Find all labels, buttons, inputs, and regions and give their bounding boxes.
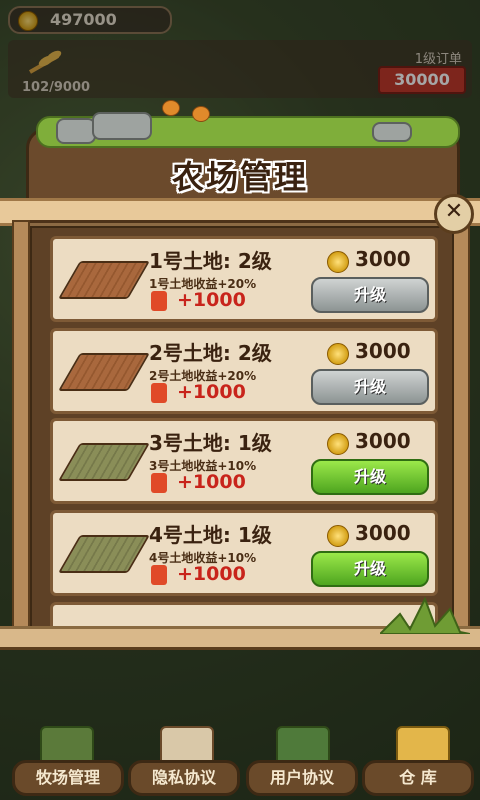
nav-user-agreement[interactable]: 用户协议 bbox=[246, 760, 358, 796]
right-post bbox=[452, 220, 470, 644]
close-button[interactable]: ✕ bbox=[434, 194, 474, 234]
coin-icon bbox=[327, 525, 349, 547]
upgrade-button[interactable]: 升级 bbox=[311, 369, 429, 405]
land-title: 3号土地: 1级 bbox=[149, 431, 272, 455]
land-reward: +1000 bbox=[177, 381, 246, 403]
land-reward: +1000 bbox=[177, 471, 246, 493]
red-envelope-icon bbox=[151, 383, 167, 403]
land-row: 2号土地: 2级 2号土地收益+20% +1000 3000 升级 bbox=[50, 328, 438, 414]
upgrade-button[interactable]: 升级 bbox=[311, 459, 429, 495]
land-reward: +1000 bbox=[177, 563, 246, 585]
land-list[interactable]: 1号土地: 2级 1号土地收益+20% +1000 3000 升级 2号土地: … bbox=[30, 226, 454, 630]
red-envelope-icon bbox=[151, 565, 167, 585]
pumpkin-icon bbox=[162, 100, 180, 116]
upgrade-cost: 3000 bbox=[355, 429, 411, 453]
land-row: 1号土地: 2级 1号土地收益+20% +1000 3000 升级 bbox=[50, 236, 438, 322]
land-reward: +1000 bbox=[177, 289, 246, 311]
nav-farm-management[interactable]: 牧场管理 bbox=[12, 760, 124, 796]
left-post bbox=[12, 220, 30, 644]
coin-icon bbox=[327, 343, 349, 365]
pumpkin-icon bbox=[192, 106, 210, 122]
land-title: 2号土地: 2级 bbox=[149, 341, 272, 365]
rock-decoration bbox=[372, 122, 412, 142]
rock-decoration bbox=[56, 118, 96, 144]
nav-warehouse[interactable]: 仓 库 bbox=[362, 760, 474, 796]
nav-privacy-policy[interactable]: 隐私协议 bbox=[128, 760, 240, 796]
land-plot-icon bbox=[58, 353, 150, 391]
upgrade-button[interactable]: 升级 bbox=[311, 277, 429, 313]
land-title: 4号土地: 1级 bbox=[149, 523, 272, 547]
coin-icon bbox=[327, 251, 349, 273]
land-plot-icon bbox=[58, 443, 150, 481]
upgrade-cost: 3000 bbox=[355, 521, 411, 545]
land-plot-icon bbox=[58, 535, 150, 573]
land-row: 4号土地: 1级 4号土地收益+10% +1000 3000 升级 bbox=[50, 510, 438, 596]
panel-title: 农场管理 bbox=[171, 158, 308, 196]
land-plot-icon bbox=[58, 261, 150, 299]
grass-decoration bbox=[380, 596, 470, 634]
land-row: 3号土地: 1级 3号土地收益+10% +1000 3000 升级 bbox=[50, 418, 438, 504]
coin-icon bbox=[327, 433, 349, 455]
rock-decoration bbox=[92, 112, 152, 140]
upgrade-cost: 3000 bbox=[355, 247, 411, 271]
red-envelope-icon bbox=[151, 291, 167, 311]
red-envelope-icon bbox=[151, 473, 167, 493]
land-title: 1号土地: 2级 bbox=[149, 249, 272, 273]
bottom-nav: 牧场管理 隐私协议 用户协议 仓 库 bbox=[0, 720, 480, 800]
upgrade-button[interactable]: 升级 bbox=[311, 551, 429, 587]
upgrade-cost: 3000 bbox=[355, 339, 411, 363]
